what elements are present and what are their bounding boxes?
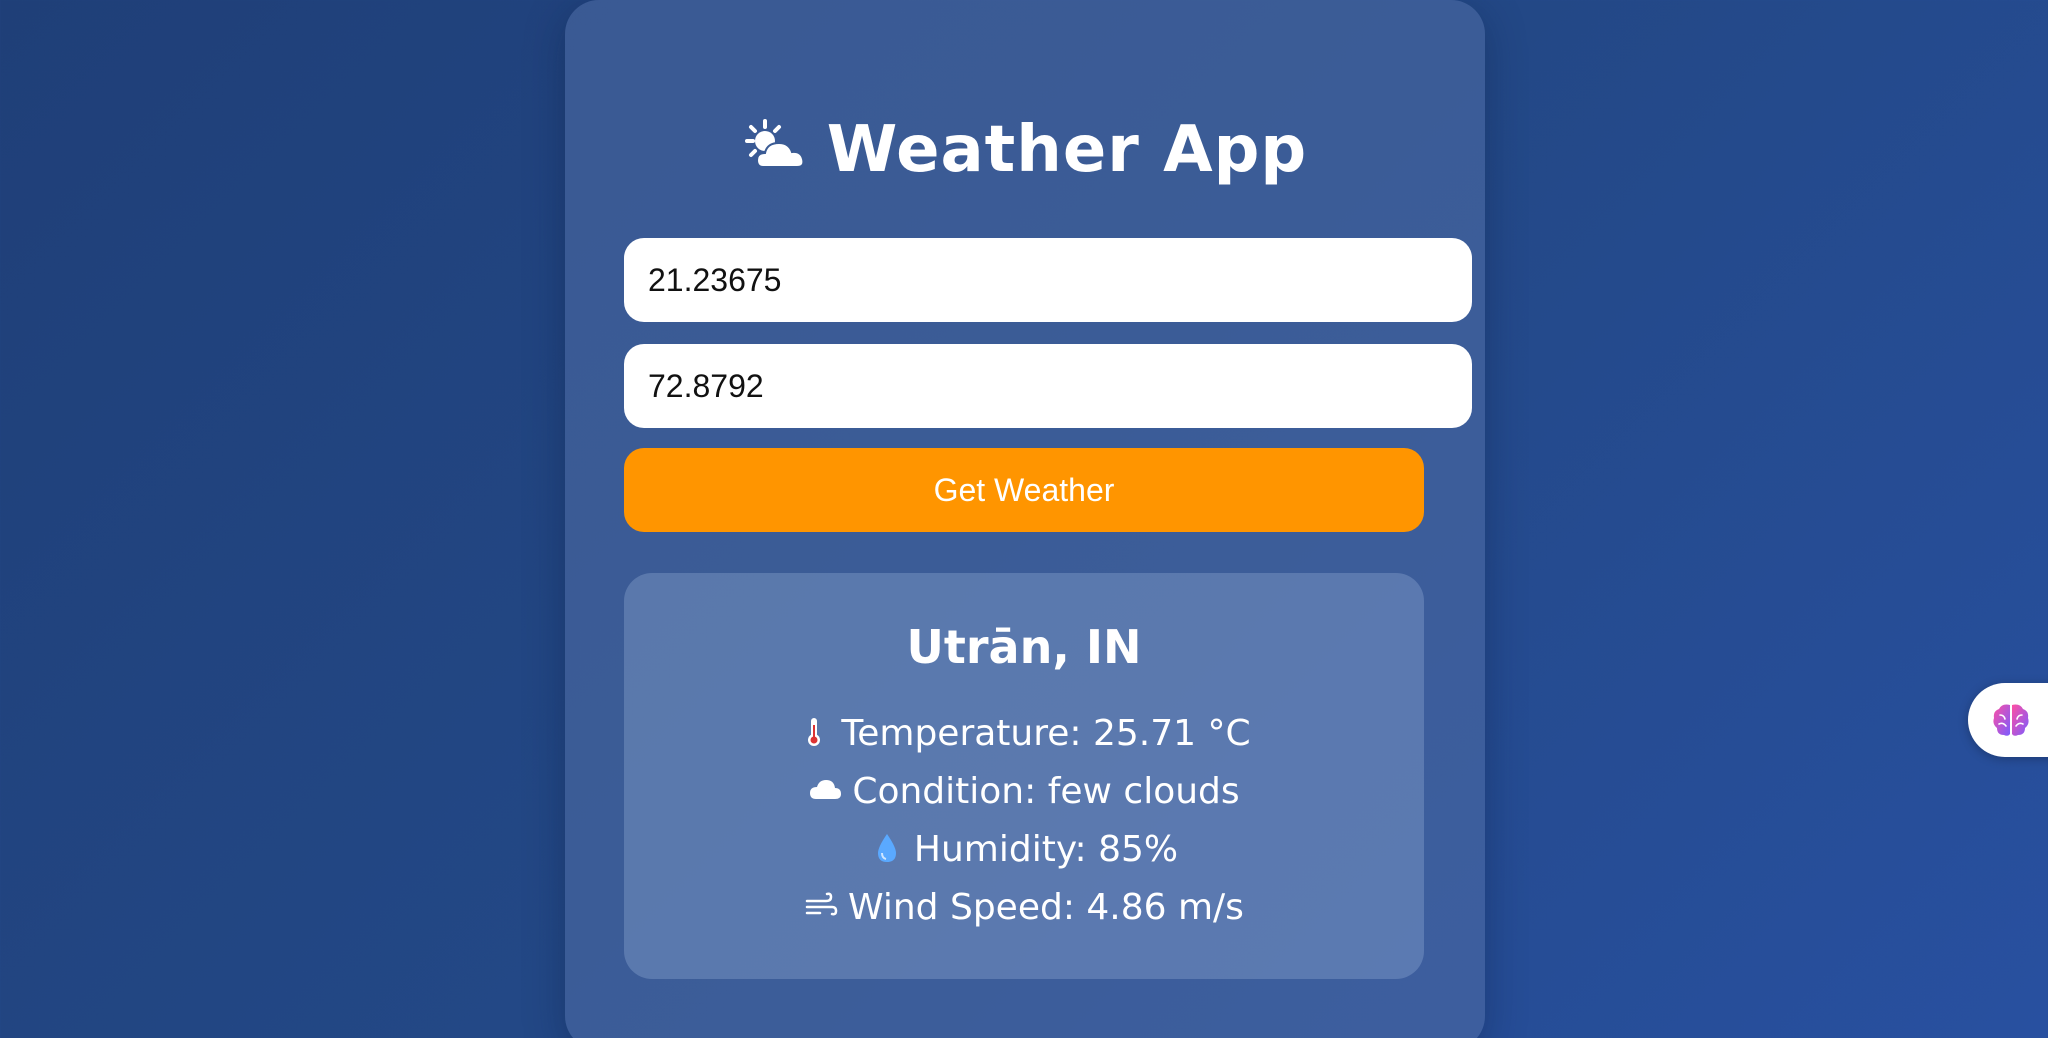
condition-text: Condition: few clouds <box>852 771 1240 812</box>
droplet-icon <box>877 834 896 862</box>
temperature-text: Temperature: 25.71 °C <box>841 713 1251 754</box>
sun-behind-cloud-icon <box>744 119 805 168</box>
longitude-input[interactable] <box>624 344 1472 428</box>
weather-result-panel: Utrān, IN Temperature: 25.71 °C Conditio… <box>624 573 1424 979</box>
get-weather-button[interactable]: Get Weather <box>624 448 1424 532</box>
temperature-row: Temperature: 25.71 °C <box>624 711 1424 757</box>
wind-row: Wind Speed: 4.86 m/s <box>624 885 1424 931</box>
assistant-side-tab[interactable] <box>1968 683 2048 757</box>
humidity-text: Humidity: 85% <box>913 829 1179 870</box>
app-title: Weather App <box>565 108 1485 192</box>
wind-text: Wind Speed: 4.86 m/s <box>848 887 1244 928</box>
wind-icon <box>805 892 838 916</box>
latitude-input[interactable] <box>624 238 1472 322</box>
location-heading: Utrān, IN <box>906 620 1142 674</box>
condition-row: Condition: few clouds <box>624 769 1424 815</box>
weather-card: Weather App Get Weather Utrān, IN Temper… <box>565 0 1485 1038</box>
humidity-row: Humidity: 85% <box>624 827 1424 873</box>
brain-icon <box>1993 704 2029 736</box>
app-title-text: Weather App <box>826 113 1308 187</box>
thermometer-icon <box>808 718 821 746</box>
cloud-icon <box>810 780 842 799</box>
